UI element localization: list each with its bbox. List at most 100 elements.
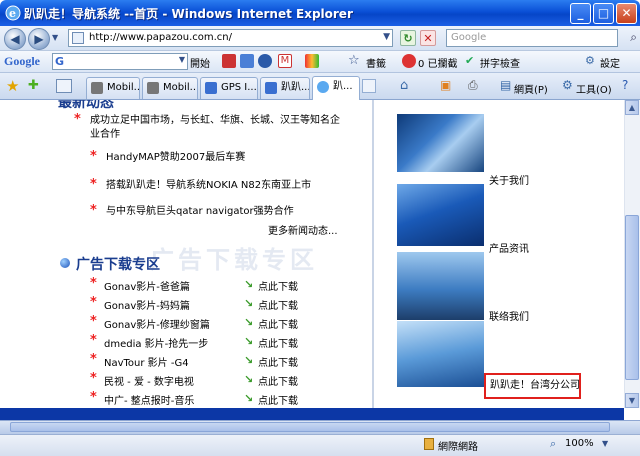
zoom-dropdown-icon[interactable]: ▼ xyxy=(602,439,608,448)
news-item[interactable]: * 搭载趴趴走！导航系统NOKIA N82东南亚上市 xyxy=(90,178,346,193)
tab-mobil-2[interactable]: Mobil... xyxy=(142,77,198,99)
horizontal-scroll-thumb[interactable] xyxy=(10,422,610,432)
new-tab-button[interactable] xyxy=(362,79,376,93)
taiwan-branch-link[interactable]: 趴趴走！台湾分公司 xyxy=(484,373,581,399)
download-title: Gonav影片-修理纱窗篇 xyxy=(104,320,210,331)
download-title: dmedia 影片-抢先一步 xyxy=(104,339,209,350)
download-link[interactable]: 点此下载 xyxy=(258,278,298,293)
page-footer-band xyxy=(0,408,624,420)
download-link[interactable]: 点此下载 xyxy=(258,354,298,369)
bookmark-star-icon[interactable]: ☆ xyxy=(348,53,360,68)
tools-menu-button[interactable]: 工具(O) xyxy=(576,81,612,96)
google-search-field[interactable]: G ▼ xyxy=(52,53,188,70)
download-title: NavTour 影片 -G4 xyxy=(104,358,189,369)
tab-label: 趴趴... xyxy=(281,82,310,93)
google-dropdown-icon[interactable]: ▼ xyxy=(179,55,185,64)
scroll-down-arrow[interactable]: ▼ xyxy=(625,393,639,408)
download-heading: 广告下载专区 xyxy=(76,257,160,273)
history-dropdown-icon[interactable]: ▼ xyxy=(52,33,58,42)
skyscraper-image[interactable] xyxy=(397,184,484,246)
tab-page-icon xyxy=(205,82,217,94)
star-bullet-icon: * xyxy=(90,149,97,164)
close-button[interactable]: ✕ xyxy=(616,3,637,24)
download-link[interactable]: 点此下载 xyxy=(258,373,298,388)
page-menu-button[interactable]: 網頁(P) xyxy=(514,81,548,96)
download-title: 中广- 整点报时-音乐 xyxy=(104,396,195,407)
quick-tabs-icon[interactable] xyxy=(56,79,72,93)
airplane-image[interactable] xyxy=(397,321,484,387)
star-bullet-icon: * xyxy=(90,390,97,405)
download-link[interactable]: 点此下载 xyxy=(258,335,298,350)
search-site-icon[interactable] xyxy=(240,54,254,68)
tab-label: 趴... xyxy=(333,81,353,92)
tab-gps[interactable]: GPS I... xyxy=(200,77,258,99)
settings-button[interactable]: 設定 xyxy=(600,55,620,70)
star-bullet-icon: * xyxy=(90,177,97,192)
zoom-level[interactable]: 100% xyxy=(565,438,594,449)
minimize-button[interactable]: _ xyxy=(570,3,591,24)
address-url: http://www.papazou.com.cn/ xyxy=(89,32,233,43)
businessman-image[interactable] xyxy=(397,252,484,320)
download-arrow-icon: ↘ xyxy=(244,297,254,310)
news-item[interactable]: * 与中东导航巨头qatar navigator强势合作 xyxy=(90,204,346,219)
download-arrow-icon: ↘ xyxy=(244,354,254,367)
svg-text:e: e xyxy=(9,7,16,20)
back-button[interactable]: ◀ xyxy=(4,28,26,50)
tab-mobil-1[interactable]: Mobil... xyxy=(86,77,140,99)
product-info-link[interactable]: 产品资讯 xyxy=(489,240,529,255)
go-refresh-icon[interactable]: ↻ xyxy=(400,30,416,46)
search-icon[interactable]: ⌕ xyxy=(630,30,637,45)
tab-ie-icon xyxy=(317,81,329,93)
download-link[interactable]: 点此下载 xyxy=(258,316,298,331)
popup-blocker-icon xyxy=(402,54,416,68)
add-favorites-icon[interactable]: ✚ xyxy=(28,78,39,93)
favorites-star-icon[interactable]: ★ xyxy=(6,77,19,95)
vertical-scroll-thumb[interactable] xyxy=(625,215,639,380)
google-toolbar: Google G ▼ 開始 M ☆ 書籤 0 已攔截 ✔ 拼字檢查 ⚙ 設定 xyxy=(0,50,640,72)
address-dropdown-icon[interactable]: ▼ xyxy=(383,32,390,42)
stop-icon[interactable]: ✕ xyxy=(420,30,436,46)
blocked-count[interactable]: 0 已攔截 xyxy=(418,55,458,70)
page-content: 最新动态 * 成功立足中国市场，与长虹、华旗、长城、汉王等知名企业合作 * Hand… xyxy=(0,100,624,408)
news-text[interactable]: 成功立足中国市场，与长虹、华旗、长城、汉王等知名企业合作 xyxy=(90,115,340,140)
home-icon[interactable]: ⌂ xyxy=(400,78,408,93)
download-arrow-icon: ↘ xyxy=(244,335,254,348)
google-apps-icon[interactable] xyxy=(305,54,319,68)
news-text[interactable]: HandyMAP赞助2007最后车赛 xyxy=(106,152,245,163)
globe-icon[interactable] xyxy=(258,54,272,68)
scroll-up-arrow[interactable]: ▲ xyxy=(625,100,639,115)
office-buildings-image[interactable] xyxy=(397,114,484,172)
window-title-bar[interactable]: e 趴趴走！导航系统 --首页 - Windows Internet Explo… xyxy=(0,0,640,26)
download-arrow-icon: ↘ xyxy=(244,278,254,291)
feeds-icon[interactable]: ▣ xyxy=(440,78,451,92)
news-item[interactable]: * HandyMAP赞助2007最后车赛 xyxy=(90,150,346,165)
news-text[interactable]: 搭载趴趴走！导航系统NOKIA N82东南亚上市 xyxy=(106,180,311,191)
spellcheck-button[interactable]: 拼字檢查 xyxy=(480,55,520,70)
tab-papazou-active[interactable]: 趴... xyxy=(312,76,360,100)
star-bullet-icon: * xyxy=(90,203,97,218)
spellcheck-icon: ✔ xyxy=(465,54,475,67)
tab-papazou-1[interactable]: 趴趴... xyxy=(260,77,310,99)
about-us-link[interactable]: 关于我们 xyxy=(489,172,529,187)
forward-button[interactable]: ▶ xyxy=(28,28,50,50)
pagerank-icon[interactable] xyxy=(222,54,236,68)
print-icon[interactable]: ⎙ xyxy=(468,78,478,93)
download-link[interactable]: 点此下载 xyxy=(258,392,298,407)
contact-us-link[interactable]: 联络我们 xyxy=(489,308,529,323)
gmail-icon[interactable]: M xyxy=(278,54,292,68)
star-bullet-icon: * xyxy=(90,314,97,329)
address-field[interactable]: http://www.papazou.com.cn/ ▼ xyxy=(68,29,393,47)
google-start-button[interactable]: 開始 xyxy=(190,55,210,70)
search-placeholder: Google xyxy=(451,32,487,43)
news-item[interactable]: * 成功立足中国市场，与长虹、华旗、长城、汉王等知名企业合作 xyxy=(74,113,345,142)
news-text[interactable]: 与中东导航巨头qatar navigator强势合作 xyxy=(106,206,294,217)
tab-label: GPS I... xyxy=(221,82,257,93)
download-link[interactable]: 点此下载 xyxy=(258,297,298,312)
bookmarks-button[interactable]: 書籤 xyxy=(366,55,386,70)
more-news-link[interactable]: 更多新闻动态... xyxy=(268,222,338,237)
maximize-button[interactable]: □ xyxy=(593,3,614,24)
search-input[interactable]: Google ⌕ xyxy=(446,29,637,47)
help-icon[interactable]: ? xyxy=(622,78,628,92)
download-title: Gonav影片-爸爸篇 xyxy=(104,282,190,293)
page-icon xyxy=(72,32,84,44)
